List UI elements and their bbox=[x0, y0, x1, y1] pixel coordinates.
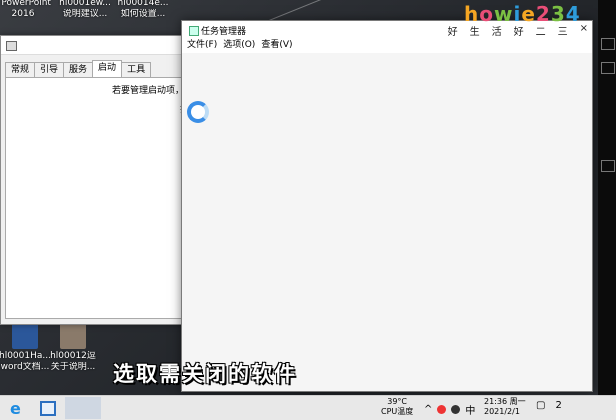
side-panel-icon[interactable] bbox=[601, 160, 615, 172]
right-side-panel bbox=[598, 0, 616, 395]
tab-strip: 常规 引导 服务 启动 工具 bbox=[5, 60, 152, 78]
desktop-icon-label: hl00012逗 bbox=[50, 351, 96, 361]
notification-icon[interactable]: ▢ bbox=[536, 400, 545, 411]
tray-app-icon[interactable] bbox=[437, 405, 447, 414]
window-app-icon bbox=[6, 41, 17, 51]
menu-view[interactable]: 查看(V) bbox=[261, 39, 292, 53]
side-panel-icon[interactable] bbox=[601, 62, 615, 74]
overlay-char: 好 bbox=[447, 27, 458, 38]
system-tray: ^ 中 bbox=[424, 402, 475, 417]
clock-date: 2021/2/1 bbox=[484, 407, 520, 416]
notification-count[interactable]: 2 bbox=[555, 400, 561, 411]
desktop-icon-label: hl00014e... bbox=[117, 0, 169, 8]
close-button[interactable]: × bbox=[580, 23, 588, 38]
menu-bar: 文件(F) 选项(O) 查看(V) bbox=[182, 39, 592, 53]
image-icon bbox=[60, 323, 86, 349]
menu-file[interactable]: 文件(F) bbox=[187, 39, 217, 53]
startup-tab-panel: 若要管理启动项，请使 打 bbox=[5, 77, 202, 319]
desktop-icon-label: 如何设置... bbox=[120, 9, 166, 19]
side-panel-icon[interactable] bbox=[601, 38, 615, 50]
menu-options[interactable]: 选项(O) bbox=[223, 39, 255, 53]
task-view-icon[interactable] bbox=[40, 401, 56, 416]
tab-services[interactable]: 服务 bbox=[63, 62, 94, 77]
tab-boot[interactable]: 引导 bbox=[34, 62, 65, 77]
desktop-icon-file-2[interactable]: hl00014e... 如何设置... bbox=[108, 0, 178, 20]
system-configuration-window[interactable]: 常规 引导 服务 启动 工具 若要管理启动项，请使 打 bbox=[0, 35, 202, 325]
internet-explorer-icon[interactable]: e bbox=[10, 399, 21, 418]
tray-app-icon[interactable] bbox=[451, 405, 461, 414]
watermark-logo: howie234 bbox=[464, 2, 581, 26]
video-subtitle: 选取需关闭的软件 bbox=[113, 362, 297, 386]
tab-tools[interactable]: 工具 bbox=[121, 62, 152, 77]
chevron-up-icon[interactable]: ^ bbox=[424, 404, 432, 415]
ime-indicator[interactable]: 中 bbox=[465, 402, 475, 417]
tab-general[interactable]: 常规 bbox=[5, 62, 36, 77]
cpu-temp-label: CPU温度 bbox=[381, 407, 414, 416]
taskbar: e 39°C CPU温度 ^ 中 21:36 周一 2021/2/1 ▢ 2 bbox=[0, 395, 616, 420]
task-manager-window[interactable]: 任务管理器 好 生 活 好 二 三 × 文件(F) 选项(O) 查看(V) bbox=[181, 20, 593, 392]
clock-time: 21:36 周一 bbox=[484, 397, 526, 406]
task-manager-icon bbox=[189, 26, 199, 36]
taskbar-right: ▢ 2 bbox=[536, 400, 562, 411]
clock[interactable]: 21:36 周一 2021/2/1 bbox=[484, 397, 526, 417]
tab-startup[interactable]: 启动 bbox=[92, 60, 123, 78]
desktop-icon-image[interactable]: hl00012逗 关于说明... bbox=[38, 323, 108, 373]
window-title: 任务管理器 bbox=[201, 27, 247, 37]
loading-spinner-icon bbox=[187, 101, 209, 123]
window-titlebar[interactable] bbox=[1, 36, 191, 55]
cpu-temperature-widget[interactable]: 39°C CPU温度 bbox=[381, 397, 413, 417]
word-icon bbox=[12, 323, 38, 349]
desktop: t PowerPoint 2016 hl0001ew... 说明建议... hl… bbox=[0, 0, 616, 395]
cpu-temp-value: 39°C bbox=[387, 397, 408, 406]
desktop-icon-label: 关于说明... bbox=[50, 362, 96, 372]
taskbar-app-button[interactable] bbox=[65, 397, 101, 419]
